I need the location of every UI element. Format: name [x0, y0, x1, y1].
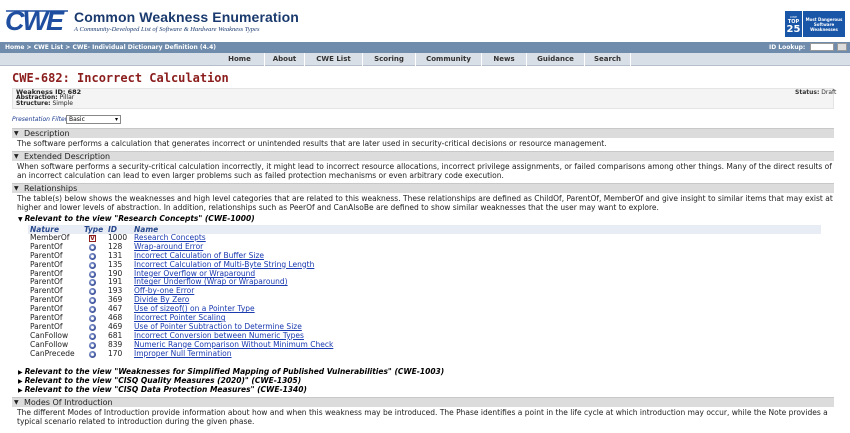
collapse-icon: ▼ [14, 185, 19, 192]
breadcrumb: Home > CWE List > CWE- Individual Dictio… [5, 44, 216, 51]
site-header: CWE Common Weakness Enumeration A Commun… [0, 0, 850, 42]
view-type-icon: V [89, 235, 96, 242]
nav-about[interactable]: About [265, 53, 305, 66]
nav-news[interactable]: News [482, 53, 527, 66]
section-relationships-header[interactable]: ▼ Relationships [12, 183, 834, 193]
section-modes-header[interactable]: ▼ Modes Of Introduction [12, 397, 834, 407]
nav-search[interactable]: Search [585, 53, 631, 66]
base-type-icon [89, 279, 96, 287]
nav-cwe-list[interactable]: CWE List [305, 53, 363, 66]
description-text: The software performs a calculation that… [17, 139, 607, 148]
structure-label: Structure: [16, 100, 51, 107]
extended-description-text: When software performs a security-critic… [17, 162, 832, 180]
view-title: Relevant to the view "CISQ Quality Measu… [24, 376, 302, 385]
id-lookup-input[interactable] [810, 43, 834, 51]
base-type-icon [89, 261, 96, 269]
status-value: Draft [821, 89, 837, 96]
section-extended-header[interactable]: ▼ Extended Description [12, 151, 834, 161]
collapse-icon: ▼ [18, 216, 23, 223]
site-title: Common Weakness Enumeration [74, 9, 299, 25]
nav-guidance[interactable]: Guidance [527, 53, 585, 66]
base-type-icon [89, 252, 96, 260]
collapse-icon: ▼ [14, 153, 19, 160]
section-description-header[interactable]: ▼ Description [12, 128, 834, 138]
page-title: CWE-682: Incorrect Calculation [12, 71, 229, 85]
id-lookup-label: ID Lookup: [769, 44, 806, 51]
base-type-icon [89, 306, 96, 314]
view-1305-toggle[interactable]: ▶ Relevant to the view "CISQ Quality Meas… [18, 376, 301, 385]
top25-badge[interactable]: CWE TOP 25 Most Dangerous Software Weakn… [785, 11, 845, 37]
section-title: Description [24, 129, 70, 138]
section-title: Modes Of Introduction [24, 398, 113, 407]
presentation-filter-select[interactable]: Basic [66, 115, 121, 124]
weakness-meta-box [12, 88, 834, 109]
modes-text: The different Modes of Introduction prov… [17, 408, 828, 426]
base-type-icon [89, 243, 96, 251]
view-1003-toggle[interactable]: ▶ Relevant to the view "Weaknesses for Si… [18, 367, 444, 376]
view-title: Relevant to the view "Research Concepts"… [24, 214, 255, 223]
site-subtitle: A Community-Developed List of Software &… [74, 26, 260, 33]
base-type-icon [89, 350, 96, 358]
main-nav: Home About CWE List Scoring Community Ne… [0, 53, 850, 66]
row-id: 170 [108, 348, 123, 358]
breadcrumb-bar: Home > CWE List > CWE- Individual Dictio… [0, 42, 850, 53]
status: Status: Draft [795, 89, 836, 96]
weakness-meta: Weakness ID: 682 Abstraction: Pillar Str… [16, 89, 81, 107]
breadcrumb-current: CWE- Individual Dictionary Definition (4… [72, 44, 216, 51]
base-type-icon [89, 297, 96, 305]
table-row: CanPrecede 170 Improper Null Termination [28, 348, 821, 359]
base-type-icon [89, 315, 96, 323]
nav-home[interactable]: Home [215, 53, 265, 66]
relationships-text: The table(s) below shows the weaknesses … [17, 194, 833, 212]
base-type-icon [89, 341, 96, 349]
expand-icon: ▶ [18, 369, 23, 376]
row-nature: CanPrecede [30, 348, 75, 358]
nav-community[interactable]: Community [416, 53, 482, 66]
row-name-link[interactable]: Improper Null Termination [134, 349, 232, 359]
view-1340-toggle[interactable]: ▶ Relevant to the view "CISQ Data Protect… [18, 385, 307, 394]
breadcrumb-home[interactable]: Home [5, 44, 24, 51]
base-type-icon [89, 270, 96, 278]
id-lookup-go-button[interactable] [837, 43, 847, 51]
breadcrumb-cwe-list[interactable]: CWE List [34, 44, 64, 51]
top25-text: Most Dangerous Software Weaknesses [805, 16, 843, 32]
structure-value: Simple [52, 100, 73, 107]
section-title: Extended Description [24, 152, 111, 161]
collapse-icon: ▼ [14, 130, 19, 137]
view-title: Relevant to the view "Weaknesses for Sim… [24, 367, 445, 376]
base-type-icon [89, 288, 96, 296]
base-type-icon [89, 323, 96, 331]
cwe-logo[interactable]: CWE [4, 7, 70, 34]
section-title: Relationships [24, 184, 78, 193]
base-type-icon [89, 332, 96, 340]
expand-icon: ▶ [18, 387, 23, 394]
collapse-icon: ▼ [14, 399, 19, 406]
col-type: Type [84, 225, 104, 234]
presentation-filter-label: Presentation Filter: [12, 116, 70, 123]
view-research-concepts-toggle[interactable]: ▼ Relevant to the view "Research Concepts… [18, 214, 255, 223]
breadcrumb-sep: > [24, 44, 34, 51]
top25-number: 25 [786, 23, 801, 35]
view-title: Relevant to the view "CISQ Data Protecti… [24, 385, 307, 394]
relationships-table: Nature Type ID Name MemberOf V 1000 Researc… [28, 225, 821, 358]
expand-icon: ▶ [18, 378, 23, 385]
status-label: Status: [795, 89, 820, 96]
nav-scoring[interactable]: Scoring [363, 53, 416, 66]
